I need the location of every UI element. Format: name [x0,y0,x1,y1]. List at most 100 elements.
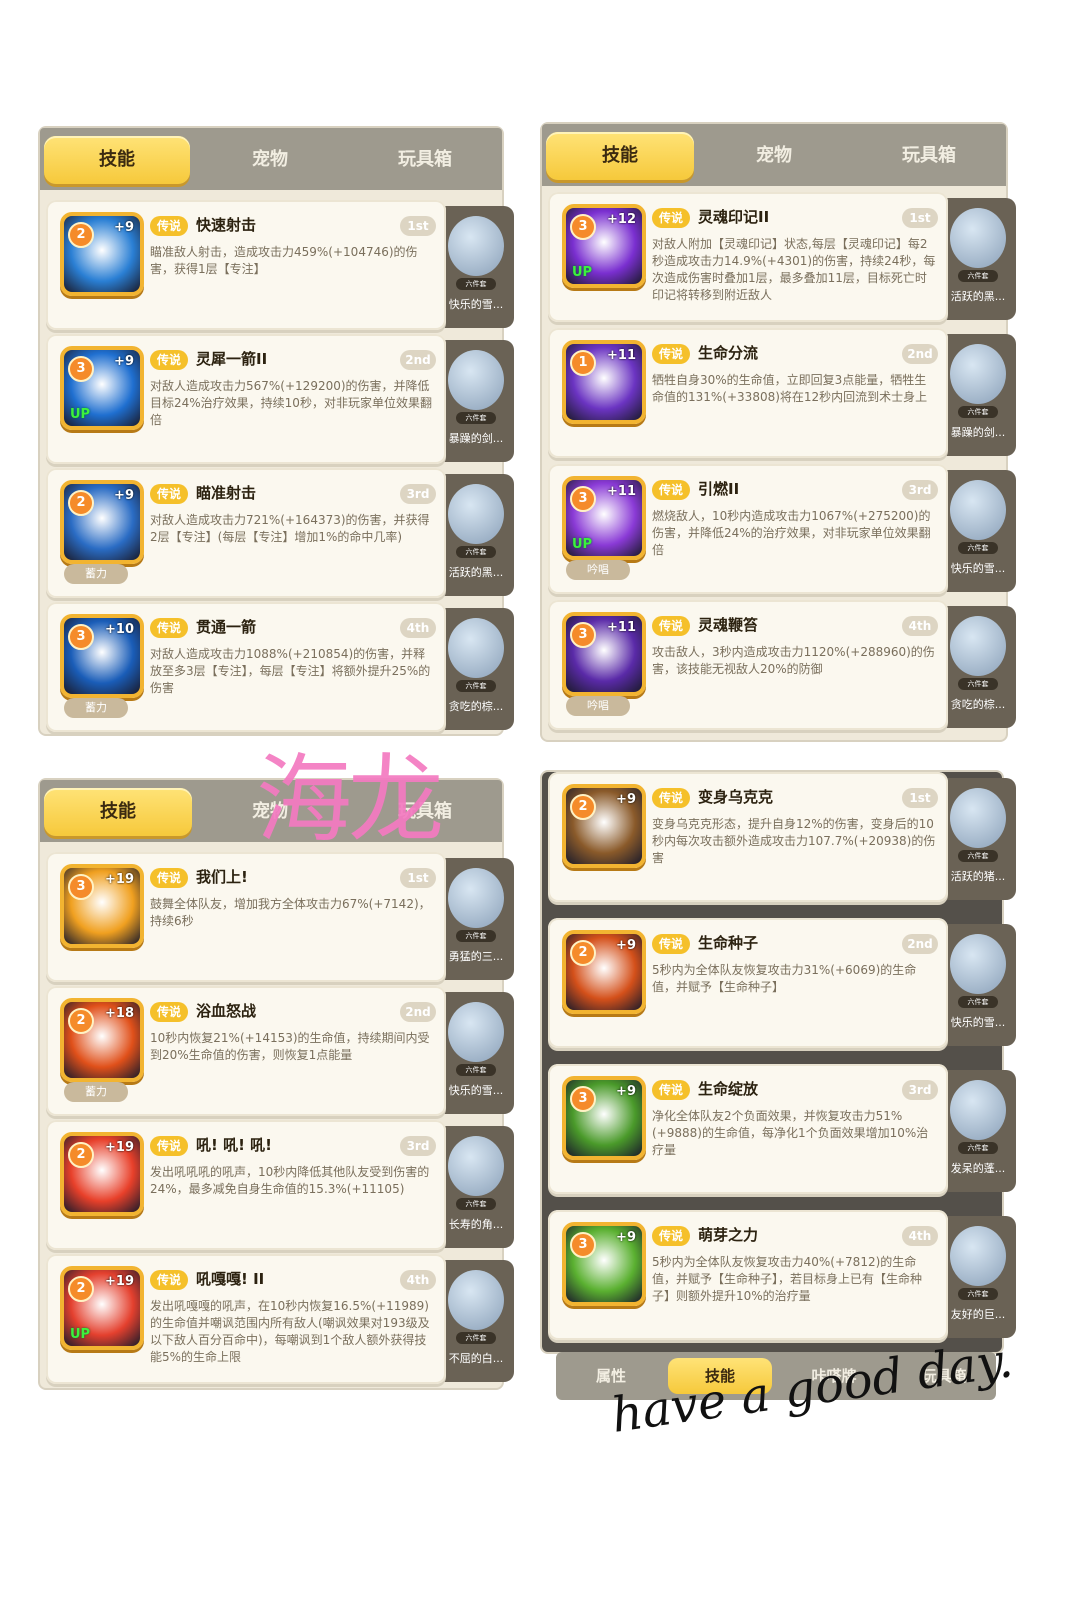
skill-icon[interactable]: 2 +9 [562,784,646,868]
skill-icon[interactable]: 3 +10 [60,614,144,698]
skill-icon[interactable]: 3 +19 [60,864,144,948]
skill-up-indicator: UP [70,1327,91,1342]
pet-slot[interactable]: 六件套 发呆的蓬... [940,1070,1016,1192]
skill-icon[interactable]: 1 +11 [562,340,646,424]
tab-toybox[interactable]: 玩具箱 [350,136,500,184]
skill-description: 对敌人造成攻击力721%(+164373)的伤害，并获得2层【专注】(每层【专注… [150,513,430,544]
pet-name: 贪吃的棕... [448,700,504,713]
legendary-badge: 传说 [652,1080,690,1100]
skill-icon[interactable]: 2 +18 [60,998,144,1082]
skill-icon[interactable]: 3 +12 UP [562,204,646,288]
skill-icon[interactable]: 3 +9 [562,1222,646,1306]
skill-name: 瞄准射击 [196,484,257,502]
skills-panel-2: 技能 宠物 玩具箱 六件套 活跃的黑... 3 +12 UP 传说 灵魂印记II 1st 对敌人… [542,124,1016,740]
tab-skills[interactable]: 技能 [44,136,190,184]
skills-panel-3: 技能 宠物 玩具箱 六件套 勇猛的三... 3 +19 传说 我们上! 1st 鼓舞全体队友，… [40,780,514,1388]
pet-name: 活跃的黑... [448,566,504,579]
pet-slot[interactable]: 六件套 长寿的角... [438,1126,514,1248]
legendary-badge: 传说 [652,934,690,954]
pet-slot[interactable]: 六件套 友好的巨... [940,1216,1016,1338]
skill-order-badge: 3rd [902,1080,938,1100]
skill-plus-level: +10 [105,622,134,637]
skill-order-badge: 3rd [902,480,938,500]
pet-slot[interactable]: 六件套 贪吃的棕... [438,608,514,730]
pet-slot[interactable]: 六件套 贪吃的棕... [940,606,1016,728]
skill-type-tag: 蓄力 [64,1082,128,1102]
skill-icon[interactable]: 2 +19 UP [60,1266,144,1350]
skill-order-badge: 4th [400,618,436,638]
pet-avatar [950,1226,1006,1286]
pet-set-badge: 六件套 [456,1198,496,1210]
skill-level-badge: 2 [68,1142,94,1168]
skill-level-badge: 3 [570,1086,596,1112]
pet-name: 暴躁的剑... [950,426,1006,439]
skill-description: 5秒内为全体队友恢复攻击力40%(+7812)的生命值，并赋予【生命种子】，若目… [652,1255,923,1303]
skill-icon[interactable]: 2 +9 [60,212,144,296]
skill-icon[interactable]: 2 +9 [60,480,144,564]
skills-panel-4: 六件套 活跃的猪... 2 +9 传说 变身乌克克 1st 变身乌克克形态，提升自身12%的伤… [542,772,1016,1352]
legendary-badge: 传说 [652,1226,690,1246]
skill-card-body: 3 +11 UP 吟唱 传说 引燃II 3rd 燃烧敌人，10秒内造成攻击力1067%(+27… [548,464,948,594]
skill-icon[interactable]: 2 +9 [562,930,646,1014]
skill-order-badge: 3rd [400,1136,436,1156]
skill-description: 10秒内恢复21%(+14153)的生命值，持续期间内受到20%生命值的伤害，则… [150,1031,430,1062]
pet-name: 快乐的雪... [950,1016,1006,1029]
pet-name: 快乐的雪... [448,1084,504,1097]
pet-avatar [448,618,504,678]
skill-plus-level: +19 [105,1140,134,1155]
tab-bar: 技能 宠物 玩具箱 [542,124,1006,186]
legendary-badge: 传说 [150,484,188,504]
skill-plus-level: +9 [616,1084,636,1099]
skill-description: 燃烧敌人，10秒内造成攻击力1067%(+275200)的伤害，并降低24%的治… [652,509,931,557]
pet-name: 暴躁的剑... [448,432,504,445]
skill-description: 发出吼吼吼的吼声，10秒内降低其他队友受到伤害的24%，最多减免自身生命值的15… [150,1165,430,1196]
pet-slot[interactable]: 六件套暴躁的剑... [940,334,1016,456]
legendary-badge: 传说 [652,788,690,808]
pet-slot[interactable]: 六件套 暴躁的剑... [438,340,514,462]
tab-skills[interactable]: 技能 [546,132,694,180]
skill-icon[interactable]: 3 +9 [562,1076,646,1160]
skill-description: 瞄准敌人射击，造成攻击力459%(+104746)的伤害，获得1层【专注】 [150,245,418,276]
pet-slot[interactable]: 六件套 活跃的黑... [438,474,514,596]
skill-up-indicator: UP [70,407,91,422]
pet-set-badge: 六件套 [456,1064,496,1076]
pet-set-badge: 六件套 [456,1332,496,1344]
skill-type-tag: 吟唱 [566,560,630,580]
skill-card-body: 2 +18 蓄力 传说 浴血怒战 2nd 10秒内恢复21%(+14153)的生命值，持续期… [46,986,446,1116]
skill-level-badge: 3 [68,356,94,382]
pet-slot[interactable]: 六件套 快乐的雪... [940,470,1016,592]
pet-slot[interactable]: 六件套 勇猛的三... [438,858,514,980]
skill-icon[interactable]: 3 +11 [562,612,646,696]
legendary-badge: 传说 [652,208,690,228]
skill-name: 萌芽之力 [698,1226,759,1244]
pet-slot[interactable]: 六件套 活跃的黑... [940,198,1016,320]
skill-icon[interactable]: 3 +11 UP [562,476,646,560]
skill-card-body: 2 +19 UP 传说 吼嘎嘎! II 4th 发出吼嘎嘎的吼声，在10秒内恢复16.5%(… [46,1254,446,1384]
pet-set-badge: 六件套 [958,270,998,282]
skill-description: 攻击敌人，3秒内造成攻击力1120%(+288960)的伤害，该技能无视敌人20… [652,645,935,676]
pet-slot[interactable]: 六件套 活跃的猪... [940,778,1016,900]
tab-skills[interactable]: 技能 [44,788,192,836]
skill-name: 灵魂印记II [698,208,770,226]
tab-pets[interactable]: 宠物 [200,136,340,184]
pet-avatar [448,1002,504,1062]
skill-card-body: 3 +10 蓄力 传说 贯通一箭 4th 对敌人造成攻击力1088%(+210854)的伤害… [46,602,446,732]
tab-pets[interactable]: 宠物 [704,132,844,180]
skill-description: 鼓舞全体队友，增加我方全体攻击力67%(+7142)，持续6秒 [150,897,431,928]
tab-toybox[interactable]: 玩具箱 [854,132,1004,180]
pet-set-badge: 六件套 [958,406,998,418]
skill-plus-level: +11 [607,484,636,499]
skill-icon[interactable]: 3 +9 UP [60,346,144,430]
skill-plus-level: +18 [105,1006,134,1021]
skill-level-badge: 3 [570,486,596,512]
skill-name: 吼! 吼! 吼! [196,1136,272,1154]
skill-level-badge: 2 [68,222,94,248]
pet-slot[interactable]: 六件套 不屈的白... [438,1260,514,1382]
pet-avatar [448,1270,504,1330]
pet-name: 活跃的猪... [950,870,1006,883]
pet-slot[interactable]: 六件套 快乐的雪... [940,924,1016,1046]
skill-icon[interactable]: 2 +19 [60,1132,144,1216]
pet-slot[interactable]: 六件套快乐的雪... [438,992,514,1114]
skill-card-body: 3 +9 传说 萌芽之力 4th 5秒内为全体队友恢复攻击力40%(+7812)的生命值，… [548,1210,948,1340]
pet-slot[interactable]: 六件套 快乐的雪... [438,206,514,328]
